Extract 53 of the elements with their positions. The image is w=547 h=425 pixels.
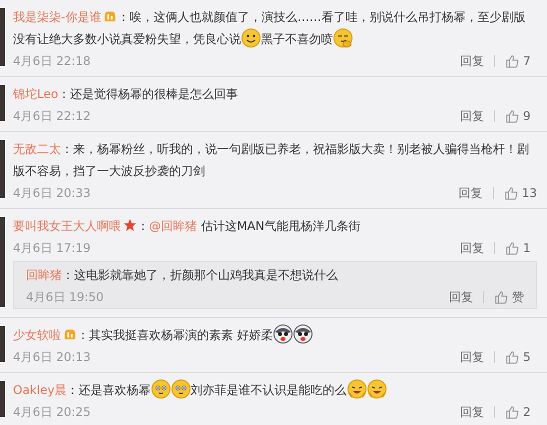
comment-time: 4月6日 20:13: [13, 348, 91, 366]
mention-link[interactable]: @回眸猪: [149, 219, 197, 233]
user-link[interactable]: 少女软啦: [13, 328, 61, 342]
emoji-face-icon: [333, 28, 353, 48]
emoji-face-icon: [366, 379, 387, 399]
thumbs-up-icon: [505, 241, 519, 255]
user-link[interactable]: 无敌二太: [13, 142, 61, 156]
like-button[interactable]: 13: [504, 186, 537, 200]
reply-link[interactable]: 回复: [460, 404, 484, 420]
star-icon: [123, 218, 137, 232]
comment-text: 要叫我女王大人啊喂 ：@回眸猪 估计这MAN气能甩杨洋几条街: [13, 217, 362, 235]
badge-icon: [103, 9, 118, 23]
thumbs-up-icon: [504, 186, 518, 200]
like-button[interactable]: 赞: [494, 288, 526, 306]
like-button[interactable]: 5: [505, 350, 537, 364]
reply-link[interactable]: 回复: [460, 348, 484, 366]
comment-time: 4月6日 20:33: [13, 184, 91, 202]
thumbs-up-icon: [505, 405, 519, 419]
comment-text: 无敌二太：来，杨幂粉丝，听我的，说一句剧版已养老，祝福影版大卖！别老被人骗得当枪杆！剧版不容易，挡了一大波反抄袭的刀剑: [13, 141, 530, 180]
user-link[interactable]: 我是柒柒-你是谁: [13, 10, 102, 24]
reply-link[interactable]: 回复: [460, 240, 484, 256]
reply-link[interactable]: 回复: [460, 52, 484, 70]
user-link[interactable]: 要叫我女王大人啊喂: [13, 219, 121, 233]
dog-face-icon: [272, 324, 293, 344]
comment-text: 我是柒柒-你是谁 ：唉，这俩人也就颜值了，演技么……看了哇，别说什么吊打杨幂，至少剧版没有让绝大多数小说真爱粉失望，凭良心说 黑子不喜勿喷: [13, 8, 526, 50]
thumbs-up-icon: [505, 54, 519, 68]
comment-time: 4月6日 17:19: [13, 240, 91, 256]
comment-text: Oakley晨：还是喜欢杨幂 刘亦菲是谁不认识是能吃的么: [13, 379, 537, 401]
like-button[interactable]: 9: [505, 109, 537, 123]
comment-time: 4月6日 22:18: [13, 52, 91, 70]
thumbs-up-icon: [505, 109, 519, 123]
comment-time: 4月6日 20:25: [13, 404, 91, 420]
emoji-face-icon: [346, 379, 367, 399]
user-link[interactable]: 锦坨Leo: [13, 87, 58, 101]
emoji-face-icon: [170, 379, 191, 399]
like-button[interactable]: 1: [505, 241, 537, 255]
reply-text: 回眸猪：这电影就靠她了，折颜那个山鸡我真是不想说什么: [26, 267, 339, 284]
emoji-face-icon: [150, 379, 171, 399]
thumbs-up-icon: [505, 350, 519, 364]
reply-time: 4月6日 19:50: [26, 288, 104, 306]
comment-text: 少女软啦 ：其实我挺喜欢杨幂演的素素 好娇柔: [13, 324, 537, 346]
badge-icon: [63, 327, 77, 341]
comment-time: 4月6日 22:12: [13, 108, 91, 124]
like-button[interactable]: 7: [505, 54, 537, 68]
like-button[interactable]: 2: [505, 405, 537, 419]
reply-link[interactable]: 回复: [460, 108, 484, 124]
reply-link[interactable]: 回复: [458, 184, 483, 202]
emoji-face-icon: [241, 28, 261, 48]
user-link[interactable]: Oakley晨: [13, 383, 67, 397]
dog-face-icon: [292, 324, 313, 344]
comment-text: 锦坨Leo：还是觉得杨幂的很棒是怎么回事: [13, 86, 240, 103]
thumbs-up-icon: [494, 290, 508, 304]
reply-link[interactable]: 回复: [449, 288, 473, 306]
